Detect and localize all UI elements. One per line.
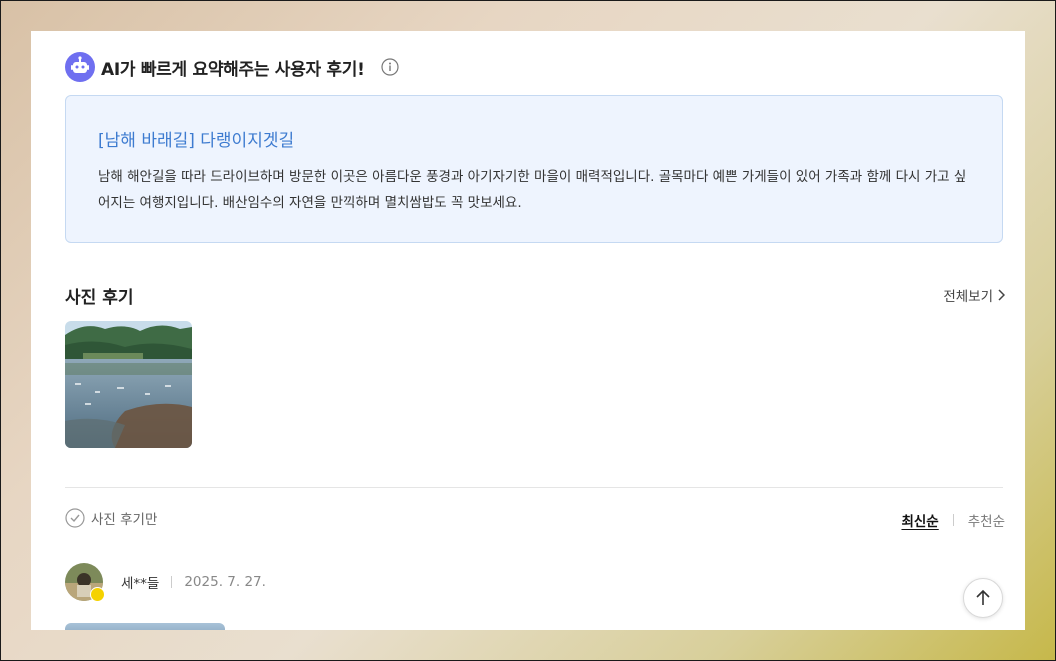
- kakao-badge-icon: [90, 587, 105, 602]
- robot-icon: [65, 52, 95, 82]
- sort-separator: [952, 514, 954, 526]
- sort-recommended[interactable]: 추천순: [968, 510, 1005, 530]
- chevron-right-icon: [998, 289, 1005, 301]
- ai-summary-header: AI가 빠르게 요약해주는 사용자 후기!: [65, 52, 399, 82]
- review-separator: [171, 576, 173, 588]
- review-header: 세**들 2025. 7. 27.: [65, 563, 266, 602]
- photo-review-thumbnail[interactable]: [65, 321, 192, 448]
- sort-latest[interactable]: 최신순: [901, 510, 938, 530]
- view-all-label: 전체보기: [943, 289, 993, 305]
- reviewer-name: 세**들: [121, 576, 160, 592]
- check-circle-icon: [65, 508, 85, 528]
- summary-place-title: [남해 바래길] 다랭이지겟길: [98, 131, 295, 151]
- info-icon[interactable]: [380, 58, 399, 76]
- review-panel: AI가 빠르게 요약해주는 사용자 후기! [남해 바래길] 다랭이지겟길 남해…: [31, 31, 1025, 630]
- summary-text: 남해 해안길을 따라 드라이브하며 방문한 이곳은 아름다운 풍경과 아기자기한…: [98, 169, 967, 211]
- photo-only-label: 사진 후기만: [91, 512, 158, 528]
- avatar[interactable]: [65, 563, 105, 602]
- review-photo[interactable]: [65, 623, 225, 630]
- lake-photo: [65, 321, 192, 448]
- review-date: 2025. 7. 27.: [184, 574, 266, 590]
- photo-reviews-title: 사진 후기: [65, 288, 134, 308]
- ai-summary-title: AI가 빠르게 요약해주는 사용자 후기!: [101, 59, 365, 80]
- view-all-link[interactable]: 전체보기: [943, 285, 1005, 305]
- sort-options: 최신순 추천순: [901, 510, 1005, 530]
- divider: [65, 487, 1003, 488]
- photo-only-filter[interactable]: 사진 후기만: [65, 508, 157, 528]
- arrow-up-icon: [976, 589, 990, 605]
- ai-summary-box: [남해 바래길] 다랭이지겟길 남해 해안길을 따라 드라이브하며 방문한 이곳…: [65, 95, 1003, 243]
- scroll-to-top-button[interactable]: [963, 578, 1003, 618]
